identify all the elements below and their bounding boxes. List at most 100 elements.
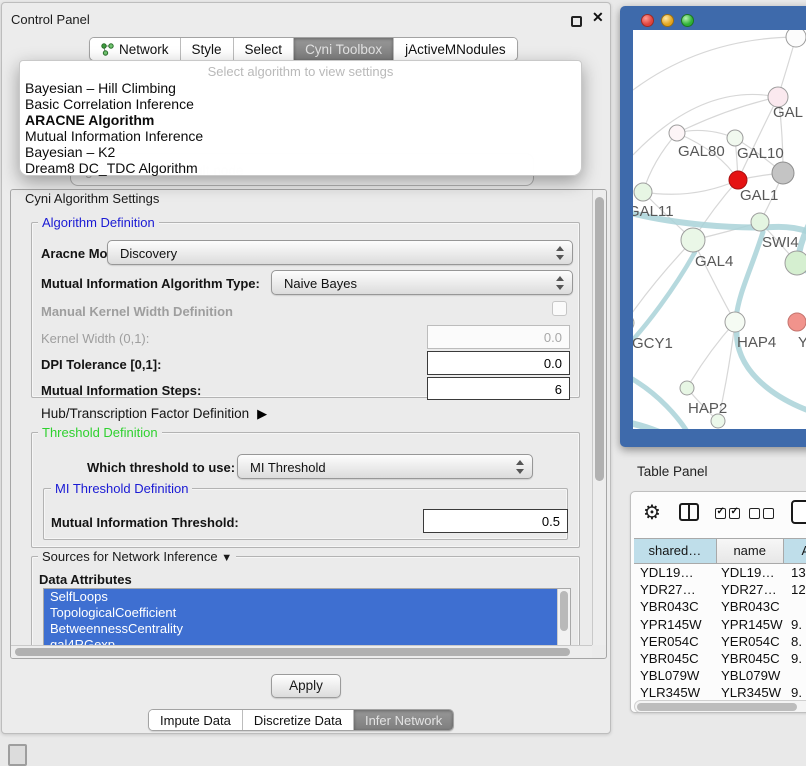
table-cell: YDL19… (634, 564, 718, 581)
network-edge-thick (633, 422, 708, 429)
node-gal1-label: GAL1 (740, 187, 778, 204)
node-top[interactable] (786, 30, 806, 47)
node-gal4[interactable] (681, 228, 705, 252)
function-builder-icon[interactable] (791, 500, 806, 524)
tab-label: jActiveMNodules (405, 42, 506, 57)
network-edge (633, 240, 693, 323)
node-gal80[interactable] (669, 125, 685, 141)
minimize-window-icon[interactable] (661, 14, 674, 27)
unselect-all-checkboxes-icon[interactable] (749, 508, 774, 519)
table-header-row: shared…nameA (634, 538, 806, 564)
mi-threshold-field[interactable]: 0.5 (423, 509, 568, 533)
bottom-mode-tabs: Impute DataDiscretize DataInfer Network (148, 709, 454, 731)
dpi-tolerance-field[interactable]: 0.0 (427, 351, 570, 375)
attribute-item-selfloops[interactable]: SelfLoops (44, 589, 557, 605)
node-gray[interactable] (772, 162, 794, 184)
node-salmon[interactable] (788, 313, 806, 331)
node-swi4[interactable] (751, 213, 769, 231)
network-edge (643, 133, 677, 192)
tab-cyni-toolbox[interactable]: Cyni Toolbox (293, 38, 393, 60)
tab-jactivemnodules[interactable]: jActiveMNodules (393, 38, 517, 60)
stepper-arrows-icon (556, 276, 565, 290)
tab-select[interactable]: Select (233, 38, 294, 60)
tab-label: Network (119, 42, 169, 57)
zoom-window-icon[interactable] (681, 14, 694, 27)
hub-definition-toggle[interactable]: Hub/Transcription Factor Definition▶ (41, 406, 267, 422)
table-cell (786, 667, 791, 684)
close-panel-icon[interactable]: ✕ (592, 9, 604, 26)
node-big-right[interactable] (785, 251, 806, 275)
data-attributes-label: Data Attributes (39, 572, 132, 587)
algorithm-option-dream8-dc-tdc-algorithm[interactable]: Dream8 DC_TDC Algorithm (23, 160, 578, 176)
kernel-width-field[interactable]: 0.0 (427, 325, 570, 349)
node-gal10[interactable] (727, 130, 743, 146)
network-edge (633, 37, 796, 90)
algorithm-definition-title: Algorithm Definition (38, 215, 159, 230)
apply-button[interactable]: Apply (271, 674, 341, 698)
table-row[interactable]: YBL079WYBL079W (634, 667, 806, 684)
which-threshold-select[interactable]: MI Threshold (237, 454, 533, 479)
node-hap2[interactable] (680, 381, 694, 395)
docked-window-icon[interactable] (8, 744, 27, 766)
algorithm-option-mutual-information-inference[interactable]: Mutual Information Inference (23, 128, 578, 144)
table-cell: 9. (786, 650, 802, 667)
close-window-icon[interactable] (641, 14, 654, 27)
select-all-checkboxes-icon[interactable] (715, 508, 740, 519)
settings-vertical-scrollbar[interactable] (592, 190, 606, 645)
attribute-item-betweennesscentrality[interactable]: BetweennessCentrality (44, 621, 557, 637)
algorithm-option-basic-correlation-inference[interactable]: Basic Correlation Inference (23, 96, 578, 112)
network-edge (738, 97, 778, 180)
tab-network[interactable]: Network (90, 38, 180, 60)
table-cell: YPR145W (718, 616, 786, 633)
node-hap4[interactable] (725, 312, 745, 332)
column-header-a[interactable]: A (784, 539, 806, 563)
table-row[interactable]: YBR045CYBR045C9. (634, 650, 806, 667)
node-gcy1[interactable] (633, 314, 634, 332)
column-header-name[interactable]: name (717, 539, 784, 563)
table-horizontal-scrollbar[interactable] (634, 700, 806, 713)
table-row[interactable]: YDL19…YDL19…13 (634, 564, 806, 581)
node-gal10-label: GAL10 (737, 145, 784, 162)
tab-infer-network[interactable]: Infer Network (353, 710, 453, 730)
show-columns-icon[interactable] (679, 503, 699, 521)
table-cell: YPR145W (634, 616, 718, 633)
dpi-tolerance-label: DPI Tolerance [0,1]: (41, 357, 161, 372)
table-settings-gear-icon[interactable]: ⚙ (643, 500, 661, 525)
table-cell: YER054C (634, 633, 718, 650)
kernel-width-label: Kernel Width (0,1): (41, 331, 149, 346)
algorithm-option-aracne-algorithm[interactable]: ARACNE Algorithm (23, 112, 578, 128)
attribute-item-topologicalcoefficient[interactable]: TopologicalCoefficient (44, 605, 557, 621)
settings-group-title: Cyni Algorithm Settings (21, 191, 163, 206)
tab-impute-data[interactable]: Impute Data (149, 710, 242, 730)
tab-style[interactable]: Style (180, 38, 233, 60)
table-row[interactable]: YBR043CYBR043C (634, 598, 806, 615)
algorithm-option-bayesian-k2[interactable]: Bayesian – K2 (23, 144, 578, 160)
node-gal11-label: GAL11 (633, 203, 674, 220)
sources-toggle[interactable]: Sources for Network Inference ▼ (38, 549, 236, 564)
network-canvas[interactable]: GALGAL80GAL10GAL1GAL11SWI4GAL4GCY1HAP4YH… (633, 30, 806, 429)
aracne-mode-select[interactable]: Discovery (107, 240, 573, 265)
table-cell: 9. (786, 616, 802, 633)
mi-threshold-label: Mutual Information Threshold: (51, 515, 239, 530)
table-cell: YLR345W (634, 684, 718, 701)
algorithm-dropdown-popup: Select algorithm to view settings Bayesi… (19, 60, 582, 176)
mi-steps-field[interactable]: 6 (427, 377, 570, 400)
manual-kernel-checkbox[interactable] (552, 301, 567, 316)
settings-horizontal-scrollbar[interactable] (11, 645, 592, 658)
control-panel-window: Control Panel ✕ NetworkStyleSelectCyni T… (1, 2, 611, 734)
algorithm-option-bayesian-hill-climbing[interactable]: Bayesian – Hill Climbing (23, 80, 578, 96)
table-cell: YDL19… (718, 564, 786, 581)
node-gal11[interactable] (634, 183, 652, 201)
expand-down-icon: ▼ (221, 552, 232, 564)
tab-discretize-data[interactable]: Discretize Data (242, 710, 353, 730)
table-row[interactable]: YDR27…YDR27…12 (634, 581, 806, 598)
float-panel-icon[interactable] (571, 16, 582, 27)
tab-label: Cyni Toolbox (305, 42, 382, 57)
table-row[interactable]: YPR145WYPR145W9. (634, 616, 806, 633)
column-header-shared[interactable]: shared… (634, 539, 717, 563)
table-row[interactable]: YLR345WYLR345W9. (634, 684, 806, 701)
attributes-scrollbar[interactable] (557, 589, 570, 653)
table-row[interactable]: YER054CYER054C8. (634, 633, 806, 650)
mi-steps-label: Mutual Information Steps: (41, 383, 201, 398)
mi-type-select[interactable]: Naive Bayes (271, 270, 573, 295)
